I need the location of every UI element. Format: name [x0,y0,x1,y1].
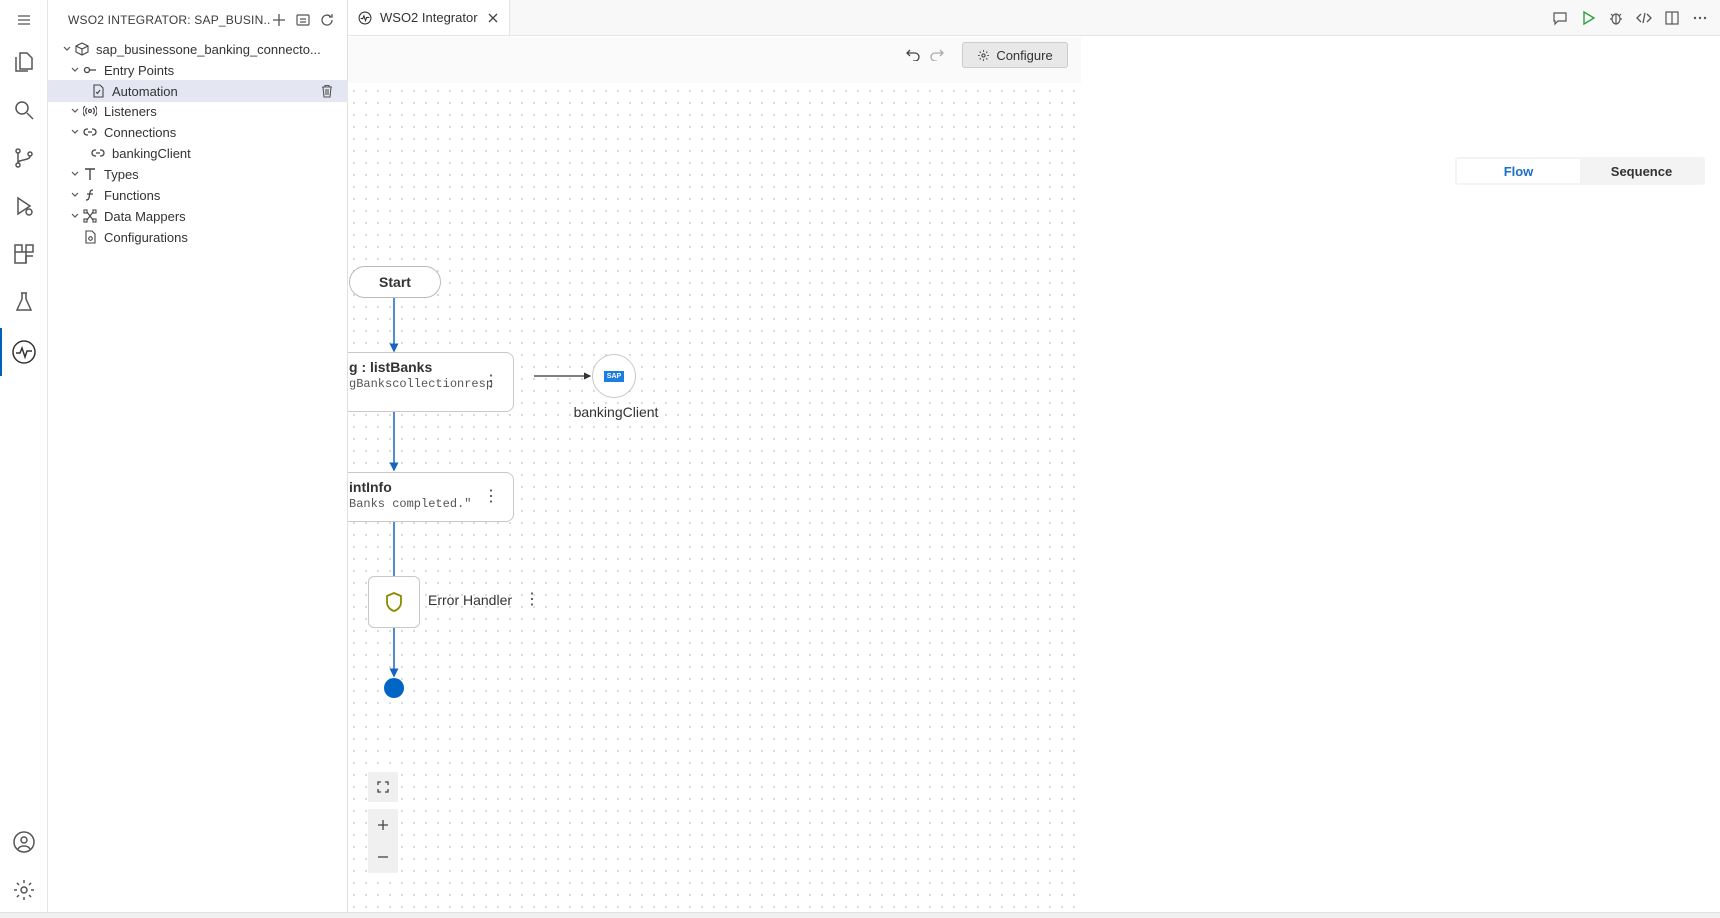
sap-logo-icon: SAP [603,370,625,382]
chevron-down-icon [68,127,82,137]
entry-point-icon [82,63,98,77]
run-debug-icon[interactable] [10,192,38,220]
flow-view-tab[interactable]: Flow [1457,159,1580,183]
start-label: Start [379,274,411,290]
run-icon[interactable] [1580,10,1596,26]
error-handler-label: Error Handler [428,592,513,608]
tree-connections[interactable]: Connections [48,121,348,143]
functions-label: Functions [104,187,161,203]
tree-types[interactable]: Types [48,163,348,185]
data-mapper-icon [82,209,98,223]
link-icon [82,125,98,139]
types-label: Types [104,166,139,182]
data-mappers-label: Data Mappers [104,208,186,224]
flow-node-print-info[interactable]: intInfo Banks completed." ⋮ [348,472,514,522]
type-icon [82,167,98,181]
source-control-icon[interactable] [10,144,38,172]
editor-area: WSO2 Integrator Configure Start g: list… [348,0,1720,912]
more-actions-icon[interactable] [1692,10,1708,26]
search-icon[interactable] [10,96,38,124]
chevron-down-icon [68,190,82,200]
view-toggle: Flow Sequence [1455,157,1705,185]
split-editor-icon[interactable] [1664,10,1680,26]
status-bar [0,912,1720,918]
tree-banking-client[interactable]: bankingClient [48,142,348,164]
wso2-integrator-icon[interactable] [10,338,38,366]
code-icon[interactable] [1636,10,1652,26]
activity-bar [0,0,48,912]
tab-label: WSO2 Integrator [380,10,478,25]
connection-node[interactable]: SAP [592,354,636,398]
banking-client-label: bankingClient [112,145,191,161]
automation-file-icon [90,84,106,98]
package-icon [74,42,90,56]
tree-entry-points[interactable]: Entry Points [48,59,348,81]
kebab-menu-icon[interactable]: ⋮ [524,589,540,609]
project-label: sap_businessone_banking_connecto... [96,41,321,57]
tree-data-mappers[interactable]: Data Mappers [48,205,348,227]
zoom-in-button[interactable] [368,809,398,841]
tab-bar: WSO2 Integrator [348,0,1720,36]
close-icon[interactable] [487,12,499,24]
kebab-menu-icon[interactable]: ⋮ [483,374,499,390]
wso2-tab-icon [358,11,372,25]
settings-gear-icon[interactable] [10,876,38,904]
sequence-view-tab[interactable]: Sequence [1580,159,1703,183]
explorer-icon[interactable] [10,48,38,76]
configurations-label: Configurations [104,229,188,245]
minus-icon [377,851,389,863]
function-icon [82,188,98,202]
end-node [384,678,404,698]
connection-label: bankingClient [573,404,659,420]
zoom-out-button[interactable] [368,841,398,873]
automation-label: Automation [112,83,178,99]
link-icon [90,146,106,160]
chevron-down-icon [68,211,82,221]
collapse-all-icon[interactable] [295,12,311,28]
kebab-menu-icon[interactable]: ⋮ [483,489,499,505]
fullscreen-icon [377,781,389,793]
tree-automation[interactable]: Automation [48,80,348,102]
explorer-sidebar: WSO2 INTEGRATOR: SAP_BUSIN... sap_busine… [48,0,348,912]
editor-actions [1552,10,1708,26]
chat-icon[interactable] [1552,10,1568,26]
account-icon[interactable] [10,828,38,856]
node-title: g : listBanks [349,359,433,375]
listeners-label: Listeners [104,103,157,119]
debug-icon[interactable] [1608,10,1624,26]
active-indicator [0,328,2,376]
flow-canvas[interactable]: Configure Start g : listBanks gBankscoll… [348,37,1081,912]
start-node[interactable]: Start [349,266,441,298]
chevron-down-icon [68,106,82,116]
tree-functions[interactable]: Functions [48,184,348,206]
config-file-icon [82,230,98,244]
refresh-icon[interactable] [319,12,335,28]
tree-project-root[interactable]: sap_businessone_banking_connecto... [48,38,348,60]
error-handler-node[interactable] [368,576,420,628]
trash-icon[interactable] [320,84,334,98]
chevron-down-icon [68,169,82,179]
plus-icon [377,819,389,831]
sidebar-header: WSO2 INTEGRATOR: SAP_BUSIN... [48,0,347,40]
tab-wso2-integrator[interactable]: WSO2 Integrator [348,0,510,35]
entry-points-label: Entry Points [104,62,175,78]
add-icon[interactable] [271,12,287,28]
flow-node-list-banks[interactable]: g : listBanks gBankscollectionresp ⋮ [348,352,514,412]
listener-icon [82,104,98,118]
chevron-down-icon [68,65,82,75]
connections-label: Connections [104,124,177,140]
tree-configurations[interactable]: Configurations [48,226,348,248]
menu-icon[interactable] [10,6,38,34]
sidebar-title: WSO2 INTEGRATOR: SAP_BUSIN... [68,13,271,27]
chevron-down-icon [60,44,74,54]
testing-icon[interactable] [10,288,38,316]
tree-listeners[interactable]: Listeners [48,100,348,122]
extensions-icon[interactable] [10,240,38,268]
fit-to-screen-button[interactable] [368,772,398,802]
shield-icon [384,591,404,613]
